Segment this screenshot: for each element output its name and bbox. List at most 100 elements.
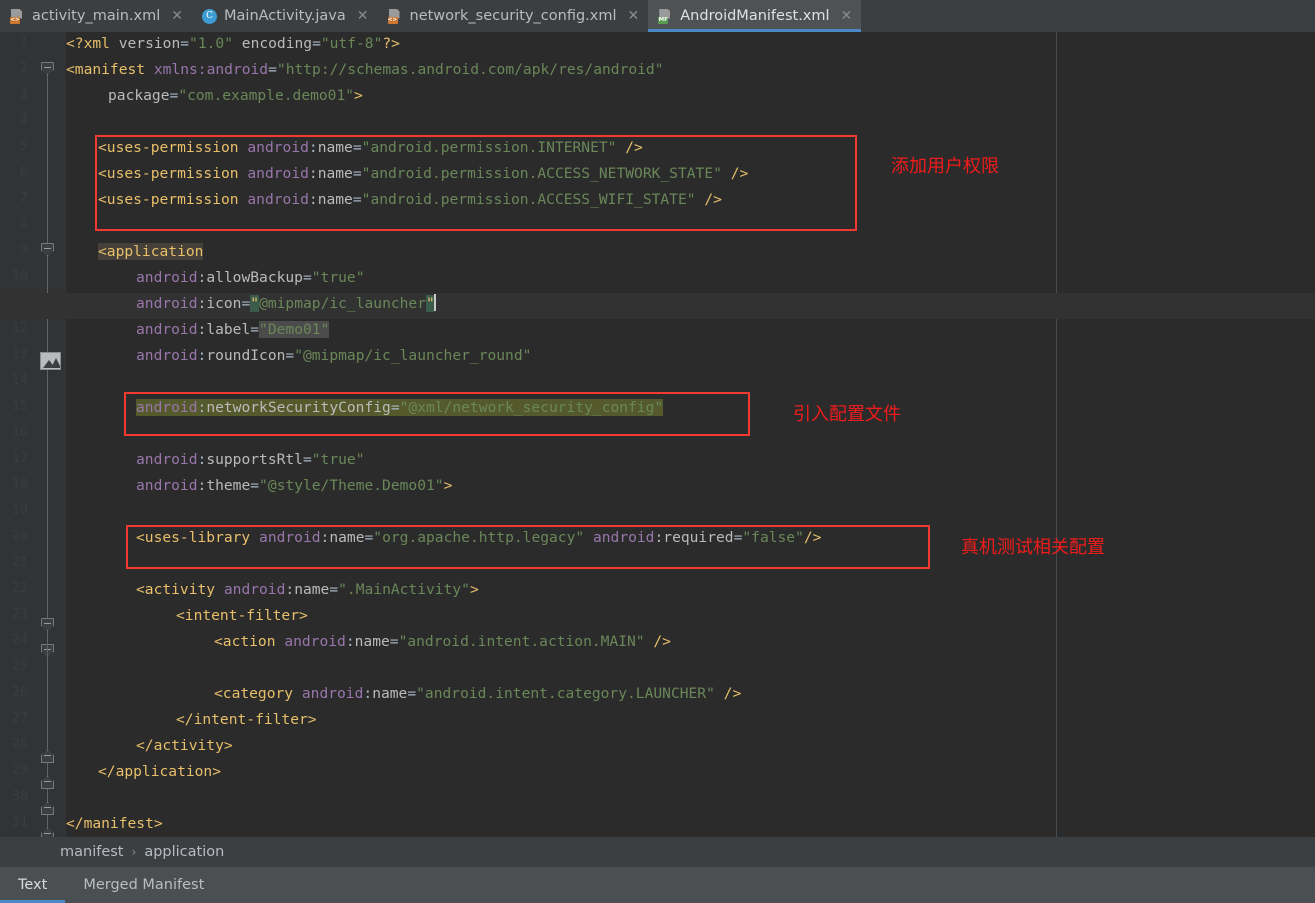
token: name: [317, 191, 353, 208]
token: =: [302, 451, 312, 468]
line-number: 24: [11, 632, 28, 648]
breadcrumb: manifest › application: [0, 837, 1315, 867]
token: name: [317, 139, 353, 156]
token: "http://schemas.android.com/apk/res/andr…: [276, 61, 664, 78]
fold-region-line: [47, 62, 48, 637]
token: </activity>: [136, 737, 233, 754]
token: >: [469, 581, 479, 598]
token: ?>: [382, 35, 400, 52]
line-number: 20: [11, 528, 28, 544]
tab-text[interactable]: Text: [0, 867, 66, 903]
code-line: <uses-library android:name="org.apache.h…: [136, 529, 822, 546]
code-line: android:allowBackup="true": [136, 269, 365, 286]
code-line: android:supportsRtl="true": [136, 451, 365, 468]
token: package: [108, 87, 170, 104]
xml-file-icon: <>: [387, 8, 403, 24]
code-folding-gutter[interactable]: [32, 32, 66, 837]
fold-toggle-activity[interactable]: [41, 618, 54, 631]
line-number: 1: [19, 34, 28, 50]
close-icon[interactable]: ✕: [841, 9, 853, 23]
editor-tab-label: AndroidManifest.xml: [680, 8, 830, 24]
code-line: <uses-permission android:name="android.p…: [98, 165, 749, 182]
code-line: <action android:name="android.intent.act…: [214, 633, 671, 650]
token: android: [136, 347, 198, 364]
token: />: [723, 685, 742, 702]
token: =: [389, 633, 399, 650]
fold-end-intent-filter[interactable]: [41, 750, 54, 763]
code-line: <intent-filter>: [176, 603, 308, 629]
fold-end-application[interactable]: [41, 802, 54, 815]
token: "android.intent.action.MAIN": [398, 633, 645, 650]
line-number: 29: [11, 762, 28, 778]
line-number: 4: [19, 112, 28, 128]
token: />: [653, 633, 671, 650]
token: "1.0": [189, 35, 233, 52]
token: =: [407, 685, 417, 702]
code-line: <?xml version="1.0" encoding="utf-8"?>: [66, 32, 400, 57]
code-text-area[interactable]: <?xml version="1.0" encoding="utf-8"?> <…: [0, 32, 1315, 837]
editor-tab-bar: <> activity_main.xml ✕ C MainActivity.ja…: [0, 0, 1315, 33]
token: </application>: [98, 763, 222, 780]
token: =: [250, 477, 260, 494]
token: <uses-permission: [98, 165, 239, 182]
token: android: [223, 581, 286, 598]
editor-tab-mainactivity-java[interactable]: C MainActivity.java ✕: [192, 0, 378, 32]
token: name: [354, 633, 390, 650]
fold-toggle-manifest[interactable]: [41, 62, 54, 75]
token: </manifest>: [66, 815, 163, 832]
breadcrumb-item-manifest[interactable]: manifest: [60, 844, 124, 860]
editor-mode-tab-bar: Text Merged Manifest: [0, 867, 1315, 903]
editor-tab-label: activity_main.xml: [32, 8, 161, 24]
editor-tab-activity-main-xml[interactable]: <> activity_main.xml ✕: [0, 0, 192, 32]
code-editor[interactable]: 1 2 3 4 5 6 7 8 9 10 11 12 13 14 15 16 1…: [0, 32, 1315, 837]
line-number: 6: [19, 164, 28, 180]
token: android: [247, 165, 309, 182]
close-icon[interactable]: ✕: [357, 9, 369, 23]
token: android: [247, 191, 309, 208]
editor-tab-network-security-config-xml[interactable]: <> network_security_config.xml ✕: [378, 0, 649, 32]
mipmap-preview-icon[interactable]: [40, 352, 61, 370]
editor-tab-androidmanifest-xml[interactable]: MF AndroidManifest.xml ✕: [648, 0, 862, 32]
token: android: [136, 321, 198, 338]
close-icon[interactable]: ✕: [628, 9, 640, 23]
token: name: [317, 165, 353, 182]
token: =: [180, 35, 190, 52]
code-line: package="com.example.demo01">: [108, 83, 363, 109]
breadcrumb-item-application[interactable]: application: [144, 844, 224, 860]
line-number: 8: [19, 216, 28, 232]
token: >: [354, 87, 363, 104]
token: android: [136, 295, 198, 312]
code-line: <category android:name="android.intent.c…: [214, 685, 742, 702]
token: networkSecurityConfig: [206, 399, 391, 416]
hard-wrap-guide: [1056, 32, 1057, 837]
token: />: [704, 191, 722, 208]
token: =: [329, 581, 339, 598]
token: >: [443, 477, 453, 494]
token: <intent-filter>: [176, 607, 308, 624]
token: />: [730, 165, 749, 182]
fold-end-activity[interactable]: [41, 776, 54, 789]
tab-merged-manifest[interactable]: Merged Manifest: [65, 867, 222, 903]
token: "true": [311, 451, 365, 468]
code-line: <manifest xmlns:android="http://schemas.…: [66, 57, 664, 83]
token: required: [663, 529, 734, 546]
code-line: <application: [98, 239, 204, 265]
token: android: [259, 529, 321, 546]
token: =: [250, 321, 260, 338]
token: =: [352, 139, 362, 156]
fold-end-manifest[interactable]: [41, 828, 54, 837]
line-number: 14: [11, 372, 28, 388]
line-number: 3: [19, 86, 28, 102]
line-number: 25: [11, 658, 28, 674]
manifest-file-icon: MF: [658, 8, 673, 24]
code-line: <uses-permission android:name="android.p…: [98, 139, 643, 156]
line-number-gutter: 1 2 3 4 5 6 7 8 9 10 11 12 13 14 15 16 1…: [0, 32, 32, 837]
close-icon[interactable]: ✕: [171, 9, 183, 23]
fold-toggle-application[interactable]: [41, 243, 54, 256]
token: =: [241, 295, 251, 312]
line-number: 23: [11, 606, 28, 622]
token: supportsRtl: [206, 451, 303, 468]
token: <manifest: [66, 61, 146, 78]
code-line: android:label="Demo01": [136, 321, 330, 338]
code-line: </activity>: [136, 733, 233, 759]
